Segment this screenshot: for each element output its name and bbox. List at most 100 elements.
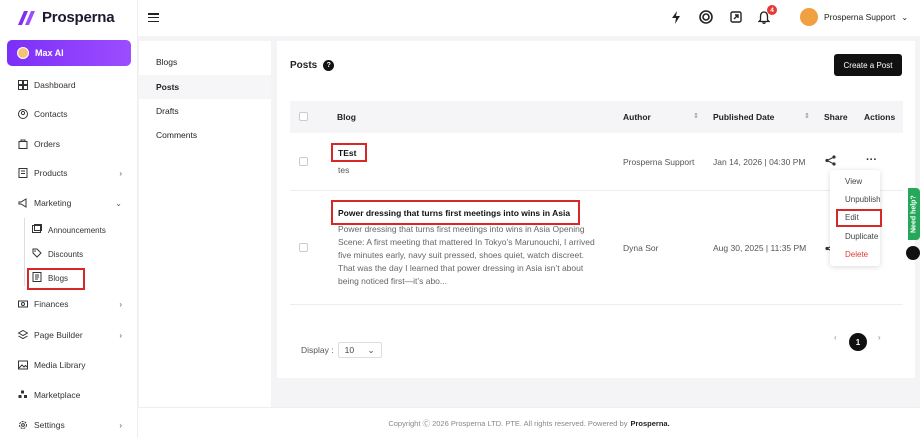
- chevron-down-icon: ⌄: [115, 198, 122, 208]
- highlight-edit: [836, 209, 882, 227]
- column-author[interactable]: Author: [623, 112, 651, 122]
- user-avatar: [800, 8, 818, 26]
- page-size-select[interactable]: 10 ⌄: [337, 342, 382, 358]
- submenu-tree-line: [24, 218, 25, 286]
- table-header: Blog Author ⇕ Published Date ⇕ Share Act…: [290, 101, 903, 133]
- post-excerpt: Power dressing that turns first meetings…: [338, 223, 610, 288]
- chevron-right-icon: ›: [119, 420, 122, 430]
- highlight-blogs: [27, 268, 85, 290]
- highlight-post-title: [331, 200, 580, 225]
- chevron-right-icon: ›: [119, 330, 122, 340]
- next-page-icon[interactable]: ›: [878, 333, 881, 342]
- sidebar-item-orders[interactable]: Orders: [18, 139, 122, 149]
- sidebar-item-label: Marketing: [34, 198, 72, 208]
- help-question-icon[interactable]: ?: [323, 60, 335, 71]
- hamburger-menu-icon[interactable]: [148, 13, 159, 22]
- menu-item-delete[interactable]: Delete: [845, 250, 868, 259]
- row-checkbox[interactable]: [299, 243, 308, 252]
- column-actions: Actions: [864, 112, 896, 122]
- dashboard-icon: [18, 80, 28, 90]
- max-ai-label: Max AI: [35, 48, 64, 58]
- marketing-icon: [18, 198, 28, 208]
- max-ai-button[interactable]: Max AI: [7, 40, 131, 66]
- orders-icon: [18, 139, 28, 149]
- sort-icon[interactable]: ⇕: [693, 112, 699, 120]
- notifications-count-badge: 4: [767, 5, 777, 15]
- excerpt-line: Scene: A first meeting that mattered In …: [338, 237, 595, 247]
- prosperna-logo-icon: [18, 10, 35, 25]
- blog-subnav: Blogs Posts Drafts Comments: [139, 41, 271, 407]
- external-link-icon[interactable]: [728, 9, 744, 25]
- display-label: Display :: [301, 345, 334, 355]
- page-footer: Copyright Ⓒ 2026 Prosperna LTD. PTE. All…: [138, 407, 920, 438]
- subnav-blogs[interactable]: Blogs: [139, 50, 271, 74]
- post-published-date: Jan 14, 2026 | 04:30 PM: [713, 157, 806, 167]
- row-divider: [290, 304, 903, 305]
- contacts-icon: [18, 109, 28, 119]
- post-author: Prosperna Support: [623, 157, 695, 167]
- column-share: Share: [824, 112, 848, 122]
- sidebar-item-finances[interactable]: Finances ›: [18, 299, 122, 309]
- page-title: Posts ?: [290, 60, 335, 71]
- page-size-value: 10: [344, 345, 355, 355]
- target-icon[interactable]: [698, 9, 714, 25]
- excerpt-line: That was the day I learned that power dr…: [338, 263, 584, 273]
- sidebar-subitem-label: Announcements: [48, 225, 106, 235]
- current-page[interactable]: 1: [849, 333, 867, 351]
- sidebar-item-label: Media Library: [34, 360, 86, 370]
- sidebar-item-contacts[interactable]: Contacts: [18, 109, 122, 119]
- marketplace-icon: [18, 390, 28, 400]
- need-help-tab[interactable]: Need help?: [908, 188, 920, 240]
- sidebar-item-marketplace[interactable]: Marketplace: [18, 390, 122, 400]
- topbar: 4 Prosperna Support ⌄: [138, 0, 920, 36]
- notifications-bell-icon[interactable]: 4: [756, 5, 777, 25]
- sidebar-subitem-label: Discounts: [48, 249, 84, 259]
- sidebar-subitem-announcements[interactable]: Announcements: [32, 224, 106, 236]
- sidebar-item-settings[interactable]: Settings ›: [18, 420, 122, 430]
- sidebar-item-dashboard[interactable]: Dashboard: [18, 80, 122, 90]
- sidebar-item-label: Products: [34, 168, 68, 178]
- footer-brand[interactable]: Prosperna.: [630, 419, 669, 428]
- sidebar-item-label: Finances: [34, 299, 69, 309]
- subnav-posts[interactable]: Posts: [139, 75, 271, 99]
- row-divider: [290, 190, 903, 191]
- excerpt-line: five minutes early, navy suit pressed, s…: [338, 250, 584, 260]
- sidebar-item-products[interactable]: Products ›: [18, 168, 122, 178]
- sidebar-item-label: Dashboard: [34, 80, 76, 90]
- announcements-icon: [32, 224, 42, 236]
- more-actions-icon[interactable]: ···: [866, 154, 877, 166]
- sidebar: Prosperna Max AI Dashboard Contacts Orde…: [0, 0, 138, 438]
- sidebar-item-media-library[interactable]: Media Library: [18, 360, 122, 370]
- sidebar-item-marketing[interactable]: Marketing ⌄: [18, 198, 122, 208]
- create-post-button[interactable]: Create a Post: [834, 54, 902, 76]
- sidebar-item-label: Contacts: [34, 109, 68, 119]
- select-all-checkbox[interactable]: [299, 112, 308, 121]
- lightning-icon[interactable]: [668, 9, 684, 25]
- chat-icon[interactable]: [906, 246, 920, 260]
- subnav-comments[interactable]: Comments: [139, 123, 271, 147]
- row-checkbox[interactable]: [299, 157, 308, 166]
- subnav-drafts[interactable]: Drafts: [139, 99, 271, 123]
- column-published-date[interactable]: Published Date: [713, 112, 774, 122]
- logo[interactable]: Prosperna: [18, 9, 115, 26]
- sidebar-subitem-discounts[interactable]: Discounts: [32, 248, 83, 260]
- sidebar-item-label: Page Builder: [34, 330, 83, 340]
- highlight-post-title: [331, 143, 367, 162]
- sort-icon[interactable]: ⇕: [804, 112, 810, 120]
- post-excerpt: tes: [338, 165, 350, 175]
- menu-item-duplicate[interactable]: Duplicate: [845, 232, 878, 241]
- post-published-date: Aug 30, 2025 | 11:35 PM: [713, 243, 807, 253]
- prev-page-icon[interactable]: ‹: [834, 333, 837, 342]
- sidebar-item-page-builder[interactable]: Page Builder ›: [18, 330, 122, 340]
- user-name: Prosperna Support: [824, 12, 896, 22]
- page-builder-icon: [18, 330, 28, 340]
- discount-tag-icon: [32, 248, 42, 260]
- user-menu[interactable]: Prosperna Support ⌄: [800, 8, 908, 26]
- menu-item-unpublish[interactable]: Unpublish: [845, 195, 881, 204]
- column-blog[interactable]: Blog: [337, 112, 356, 122]
- finances-icon: [18, 299, 28, 309]
- menu-item-view[interactable]: View: [845, 177, 862, 186]
- share-icon[interactable]: [825, 155, 836, 168]
- copyright-text: Copyright Ⓒ 2026 Prosperna LTD. PTE. All…: [388, 418, 628, 428]
- logo-text: Prosperna: [42, 9, 115, 26]
